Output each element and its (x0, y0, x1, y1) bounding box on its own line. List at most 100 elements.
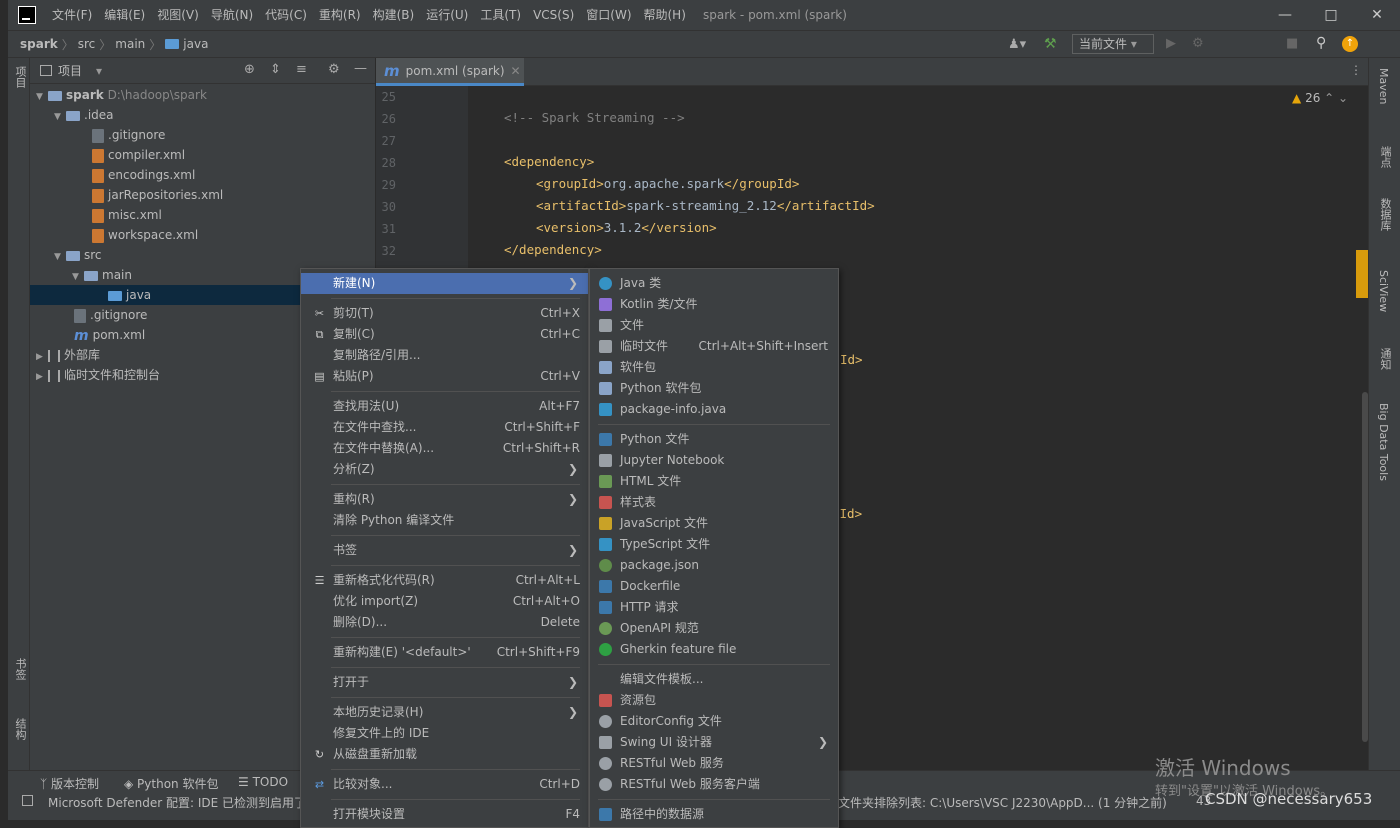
menu-analyze[interactable]: 分析(Z) ❯ (301, 459, 588, 480)
chevron-down-icon[interactable]: ▾ (96, 64, 102, 78)
close-button[interactable]: ✕ (1354, 0, 1400, 30)
search-icon[interactable]: ⚲ (1316, 35, 1326, 51)
menu-vcs[interactable]: VCS(S) (527, 0, 580, 30)
todo-button[interactable]: ☰ TODO (238, 775, 288, 789)
submenu-kotlin[interactable]: Kotlin 类/文件 (590, 294, 838, 315)
scroll-marker[interactable] (1356, 250, 1368, 298)
tab-notifications[interactable]: 通知 (1377, 348, 1393, 370)
submenu-java-class[interactable]: Java 类 (590, 273, 838, 294)
menu-cut[interactable]: ✂ 剪切(T) Ctrl+X (301, 303, 588, 324)
submenu-python-file[interactable]: Python 文件 (590, 429, 838, 450)
tree-node-main[interactable]: ▼ main (72, 265, 132, 285)
crumb-src[interactable]: src (78, 37, 96, 51)
submenu-package-info[interactable]: package-info.java (590, 399, 838, 420)
submenu-package-json[interactable]: package.json (590, 555, 838, 576)
warnings-indicator[interactable]: ▲ 26 ⌃ ⌄ (1292, 91, 1348, 105)
menu-open-in[interactable]: 打开于 ❯ (301, 672, 588, 693)
submenu-restful[interactable]: RESTful Web 服务 (590, 753, 838, 774)
build-hammer-icon[interactable]: ⚒ (1044, 36, 1057, 52)
project-panel-title[interactable]: 项目 (58, 62, 82, 79)
menu-compare[interactable]: ⇄ 比较对象... Ctrl+D (301, 774, 588, 795)
tab-pom-xml[interactable]: m pom.xml (spark) ✕ (376, 58, 524, 86)
vertical-scrollbar[interactable] (1362, 392, 1368, 742)
menu-optimize-imports[interactable]: 优化 import(Z) Ctrl+Alt+O (301, 591, 588, 612)
submenu-edit-templates[interactable]: 编辑文件模板... (590, 669, 838, 690)
submenu-html[interactable]: HTML 文件 (590, 471, 838, 492)
menu-find-usages[interactable]: 查找用法(U) Alt+F7 (301, 396, 588, 417)
crumb-main[interactable]: main (115, 37, 145, 51)
menu-file[interactable]: 文件(F) (46, 0, 98, 30)
run-icon[interactable]: ▶ (1166, 36, 1176, 51)
menu-delete[interactable]: 删除(D)... Delete (301, 612, 588, 633)
menu-help[interactable]: 帮助(H) (638, 0, 692, 30)
submenu-jupyter[interactable]: Jupyter Notebook (590, 450, 838, 471)
menu-refactor[interactable]: 重构(R) ❯ (301, 489, 588, 510)
collapse-all-icon[interactable]: ≡ (296, 62, 307, 77)
menu-edit[interactable]: 编辑(E) (98, 0, 151, 30)
submenu-javascript[interactable]: JavaScript 文件 (590, 513, 838, 534)
tree-node-gitignore-idea[interactable]: .gitignore (92, 125, 165, 145)
menu-code[interactable]: 代码(C) (259, 0, 313, 30)
tree-node-jarrepositories-xml[interactable]: jarRepositories.xml (92, 185, 223, 205)
tab-database[interactable]: 数据库 (1377, 198, 1393, 231)
submenu-dockerfile[interactable]: Dockerfile (590, 576, 838, 597)
submenu-package[interactable]: 软件包 (590, 357, 838, 378)
tree-node-gitignore[interactable]: .gitignore (74, 305, 147, 325)
vcs-tool-button[interactable]: ᛉ 版本控制 (40, 775, 99, 792)
submenu-http[interactable]: HTTP 请求 (590, 597, 838, 618)
submenu-openapi[interactable]: OpenAPI 规范 (590, 618, 838, 639)
menu-copy[interactable]: ⧉ 复制(C) Ctrl+C (301, 324, 588, 345)
menu-rebuild[interactable]: 重新构建(E) '<default>' Ctrl+Shift+F9 (301, 642, 588, 663)
defender-message[interactable]: Microsoft Defender 配置: IDE 已检测到启用了 (48, 794, 306, 811)
menu-view[interactable]: 视图(V) (151, 0, 205, 30)
submenu-resource-bundle[interactable]: 资源包 (590, 690, 838, 711)
submenu-typescript[interactable]: TypeScript 文件 (590, 534, 838, 555)
menu-new[interactable]: 新建(N) ❯ (301, 273, 588, 294)
gear-icon[interactable]: ⚙ (328, 62, 340, 77)
hide-icon[interactable]: — (354, 61, 367, 76)
menu-reformat[interactable]: ☰ 重新格式化代码(R) Ctrl+Alt+L (301, 570, 588, 591)
menu-build[interactable]: 构建(B) (367, 0, 421, 30)
menu-paste[interactable]: ▤ 粘贴(P) Ctrl+V (301, 366, 588, 387)
menu-navigate[interactable]: 导航(N) (205, 0, 259, 30)
tab-bookmarks[interactable]: 书签 (12, 658, 28, 680)
menu-replace-in-files[interactable]: 在文件中替换(A)... Ctrl+Shift+R (301, 438, 588, 459)
tree-node-external-libs[interactable]: ▶ 外部库 (36, 345, 100, 365)
submenu-python-package[interactable]: Python 软件包 (590, 378, 838, 399)
menu-clean-python[interactable]: 清除 Python 编译文件 (301, 510, 588, 531)
submenu-editorconfig[interactable]: EditorConfig 文件 (590, 711, 838, 732)
submenu-swing[interactable]: Swing UI 设计器 ❯ (590, 732, 838, 753)
python-packages-button[interactable]: ◈ Python 软件包 (124, 775, 218, 792)
submenu-stylesheet[interactable]: 样式表 (590, 492, 838, 513)
tab-maven[interactable]: Maven (1377, 68, 1390, 104)
tab-big-data-tools[interactable]: Big Data Tools (1377, 403, 1390, 481)
tree-node-src[interactable]: ▼ src (54, 245, 102, 265)
crumb-spark[interactable]: spark (20, 37, 58, 51)
close-icon[interactable]: ✕ (511, 64, 521, 78)
menu-local-history[interactable]: 本地历史记录(H) ❯ (301, 702, 588, 723)
crumb-java[interactable]: java (183, 37, 208, 51)
tab-endpoints[interactable]: 端点 (1377, 146, 1393, 168)
tree-node-root[interactable]: ▼ spark D:\hadoop\spark (36, 85, 207, 105)
menu-copy-path[interactable]: 复制路径/引用... (301, 345, 588, 366)
tree-node-idea[interactable]: ▼ .idea (54, 105, 114, 125)
expand-all-icon[interactable]: ⇕ (270, 62, 281, 77)
menu-refactor[interactable]: 重构(R) (313, 0, 367, 30)
stop-icon[interactable]: ■ (1286, 36, 1298, 51)
tab-sciview[interactable]: SciView (1377, 270, 1390, 312)
menu-find-in-files[interactable]: 在文件中查找... Ctrl+Shift+F (301, 417, 588, 438)
more-icon[interactable]: ⋮ (1350, 63, 1362, 77)
menu-tools[interactable]: 工具(T) (474, 0, 527, 30)
tree-node-scratches[interactable]: ▶ 临时文件和控制台 (36, 365, 160, 385)
menu-window[interactable]: 窗口(W) (580, 0, 637, 30)
update-icon[interactable]: ↑ (1342, 36, 1358, 52)
tab-structure[interactable]: 结构 (12, 718, 28, 740)
submenu-gherkin[interactable]: Gherkin feature file (590, 639, 838, 660)
minimize-button[interactable]: — (1262, 0, 1308, 30)
submenu-scratch[interactable]: 临时文件 Ctrl+Alt+Shift+Insert (590, 336, 838, 357)
menu-bookmarks[interactable]: 书签 ❯ (301, 540, 588, 561)
tree-node-misc-xml[interactable]: misc.xml (92, 205, 162, 225)
menu-reload[interactable]: ↻ 从磁盘重新加载 (301, 744, 588, 765)
locate-icon[interactable]: ⊕ (244, 62, 255, 77)
tab-project[interactable]: 项目 (12, 66, 28, 88)
